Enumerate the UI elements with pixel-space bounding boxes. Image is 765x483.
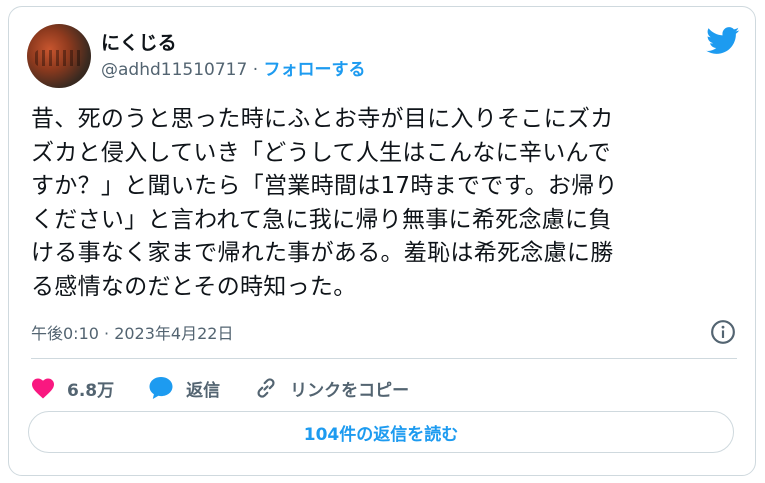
tweet-text: 昔、死のうと思った時にふとお寺が目に入りそこにズカ ズカと侵入していき「どうして… bbox=[31, 106, 618, 300]
reply-label: 返信 bbox=[186, 380, 221, 401]
author-handle[interactable]: @adhd11510717 bbox=[101, 60, 247, 80]
reply-action-button[interactable]: 返信 bbox=[148, 376, 220, 401]
follow-button[interactable]: フォローする bbox=[264, 60, 366, 80]
divider bbox=[31, 358, 737, 359]
link-icon bbox=[257, 378, 275, 398]
speech-bubble-icon bbox=[149, 377, 173, 399]
author-handle-row: @adhd11510717 · フォローする bbox=[101, 59, 366, 81]
heart-icon bbox=[32, 378, 54, 399]
copy-link-label: リンクをコピー bbox=[290, 380, 410, 401]
info-icon[interactable] bbox=[710, 319, 736, 345]
like-count: 6.8万 bbox=[67, 380, 115, 401]
tweet-card: にくじる @adhd11510717 · フォローする 昔、死のうと思った時にふ… bbox=[8, 6, 756, 476]
author-display-name[interactable]: にくじる bbox=[101, 31, 177, 55]
handle-separator: · bbox=[252, 60, 259, 80]
twitter-bird-icon[interactable] bbox=[706, 27, 740, 55]
tweet-timestamp[interactable]: 午後0:10 · 2023年4月22日 bbox=[31, 323, 233, 345]
copy-link-button[interactable]: リンクをコピー bbox=[254, 376, 409, 401]
like-button[interactable]: 6.8万 bbox=[31, 376, 114, 401]
read-replies-button[interactable]: 104件の返信を読む bbox=[28, 411, 734, 453]
avatar[interactable] bbox=[27, 24, 91, 88]
action-bar: 6.8万 返信 リンクをコピー bbox=[31, 371, 443, 405]
